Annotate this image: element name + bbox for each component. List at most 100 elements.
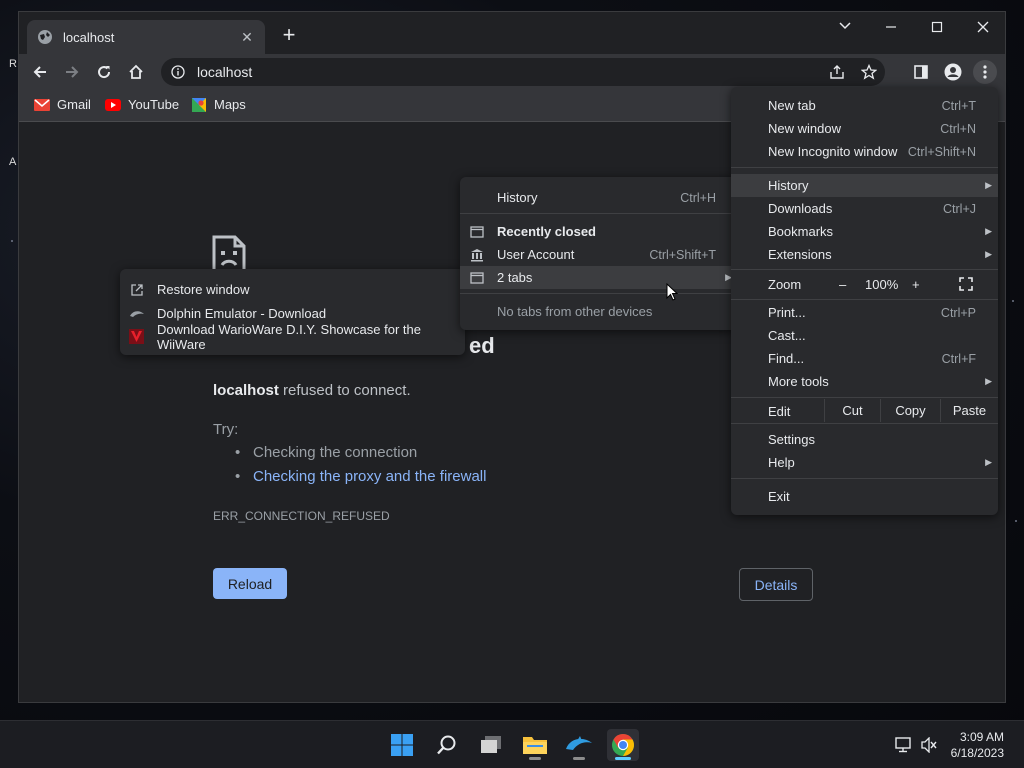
- menu-exit[interactable]: Exit: [731, 485, 998, 508]
- taskbar-running-indicator: [529, 757, 541, 760]
- share-icon[interactable]: [829, 64, 845, 80]
- home-button[interactable]: [124, 60, 148, 84]
- no-tabs-label: No tabs from other devices: [497, 304, 653, 319]
- back-button[interactable]: [28, 60, 52, 84]
- chrome-app-button[interactable]: [607, 729, 639, 761]
- menu-label: Find...: [768, 351, 805, 366]
- clock-date: 6/18/2023: [950, 746, 1004, 760]
- menu-new-tab[interactable]: New tab Ctrl+T: [731, 94, 998, 117]
- menu-cast[interactable]: Cast...: [731, 324, 998, 347]
- menu-label: Downloads: [768, 201, 833, 216]
- history-item[interactable]: History Ctrl+H: [460, 186, 738, 209]
- restore-window-label: Restore window: [157, 282, 250, 297]
- volume-muted-icon[interactable]: [921, 737, 937, 753]
- details-button[interactable]: Details: [739, 568, 813, 601]
- user-account-item[interactable]: User Account Ctrl+Shift+T: [460, 243, 738, 266]
- bookmark-youtube[interactable]: YouTube: [105, 97, 179, 112]
- desktop-label: R: [9, 58, 17, 70]
- side-panel-icon: [914, 65, 928, 79]
- error-title: ed: [469, 333, 495, 358]
- menu-label: More tools: [768, 374, 829, 389]
- zoom-in-button[interactable]: +: [912, 277, 920, 292]
- maps-icon: [192, 97, 206, 112]
- menu-more-tools[interactable]: More tools ▶: [731, 370, 998, 393]
- bookmark-gmail[interactable]: Gmail: [34, 97, 91, 112]
- window-icon: [470, 225, 484, 238]
- menu-label: New window: [768, 121, 841, 136]
- paste-button[interactable]: Paste: [940, 399, 998, 422]
- menu-find[interactable]: Find... Ctrl+F: [731, 347, 998, 370]
- menu-bookmarks[interactable]: Bookmarks ▶: [731, 220, 998, 243]
- menu-shortcut: Ctrl+N: [940, 121, 976, 136]
- closed-tab-label: Dolphin Emulator - Download: [157, 306, 327, 321]
- reload-toolbar-button[interactable]: [92, 60, 116, 84]
- profile-button[interactable]: [941, 60, 965, 84]
- system-clock[interactable]: 3:09 AM 6/18/2023: [951, 729, 1004, 761]
- taskbar-running-indicator: [573, 757, 585, 760]
- menu-settings[interactable]: Settings: [731, 428, 998, 451]
- tab-search-icon[interactable]: [823, 16, 867, 42]
- warioware-favicon-icon: [129, 329, 144, 344]
- chrome-icon: [612, 734, 634, 756]
- closed-tab-item[interactable]: Download WarioWare D.I.Y. Showcase for t…: [120, 322, 465, 352]
- submenu-arrow-icon: ▶: [985, 180, 992, 190]
- user-account-shortcut: Ctrl+Shift+T: [649, 247, 716, 262]
- desktop-label: A: [9, 156, 17, 168]
- close-tab-icon[interactable]: ✕: [239, 29, 255, 46]
- side-panel-button[interactable]: [909, 60, 933, 84]
- start-button[interactable]: [386, 729, 418, 761]
- reload-button[interactable]: Reload: [213, 568, 287, 599]
- paste-label: Paste: [952, 403, 987, 418]
- menu-extensions[interactable]: Extensions ▶: [731, 243, 998, 266]
- bookmark-label: Maps: [214, 97, 246, 112]
- menu-label: Exit: [768, 489, 790, 504]
- browser-tab[interactable]: localhost ✕: [27, 20, 265, 54]
- menu-new-window[interactable]: New window Ctrl+N: [731, 117, 998, 140]
- forward-button[interactable]: [60, 60, 84, 84]
- cut-button[interactable]: Cut: [824, 399, 880, 422]
- file-explorer-button[interactable]: [519, 729, 551, 761]
- suggestion-item: Checking the connection: [235, 444, 486, 468]
- fullscreen-icon[interactable]: [959, 277, 973, 291]
- copy-button[interactable]: Copy: [880, 399, 940, 422]
- menu-history[interactable]: History ▶: [731, 174, 998, 197]
- menu-downloads[interactable]: Downloads Ctrl+J: [731, 197, 998, 220]
- suggestion-list: Checking the connection Checking the pro…: [235, 444, 486, 492]
- two-tabs-item[interactable]: 2 tabs ▶: [460, 266, 738, 289]
- menu-label: Bookmarks: [768, 224, 834, 239]
- open-in-new-icon: [131, 283, 143, 296]
- close-window-button[interactable]: [961, 16, 1005, 42]
- bookmark-label: YouTube: [128, 97, 180, 112]
- submenu-arrow-icon: ▶: [985, 376, 992, 386]
- restore-window-item[interactable]: Restore window: [120, 278, 465, 301]
- suggestion-link[interactable]: Checking the proxy and the firewall: [235, 468, 486, 492]
- menu-button[interactable]: [973, 60, 997, 84]
- menu-help[interactable]: Help ▶: [731, 451, 998, 474]
- windows-logo-icon: [391, 734, 413, 756]
- try-label: Try:: [213, 421, 239, 438]
- menu-shortcut: Ctrl+P: [940, 305, 976, 320]
- new-tab-button[interactable]: +: [277, 24, 301, 48]
- history-shortcut: Ctrl+H: [680, 190, 716, 205]
- zoom-out-button[interactable]: –: [839, 277, 846, 292]
- menu-shortcut: Ctrl+F: [941, 351, 976, 366]
- info-icon[interactable]: [171, 65, 185, 79]
- network-icon[interactable]: [895, 737, 913, 753]
- address-bar[interactable]: localhost: [161, 58, 885, 86]
- task-view-button[interactable]: [475, 729, 507, 761]
- title-bar: localhost ✕ +: [19, 12, 1005, 54]
- bookmark-star-icon[interactable]: [861, 64, 877, 80]
- error-host: localhost: [213, 382, 279, 399]
- menu-print[interactable]: Print... Ctrl+P: [731, 301, 998, 324]
- menu-shortcut: Ctrl+J: [943, 201, 976, 216]
- user-account-label: User Account: [497, 247, 575, 262]
- search-button[interactable]: [431, 729, 463, 761]
- maximize-button[interactable]: [915, 16, 959, 42]
- bookmark-maps[interactable]: Maps: [191, 97, 246, 112]
- minimize-button[interactable]: [869, 16, 913, 42]
- menu-new-incognito[interactable]: New Incognito window Ctrl+Shift+N: [731, 140, 998, 163]
- profile-icon: [944, 63, 962, 81]
- gmail-icon: [34, 98, 50, 111]
- menu-edit-row: Edit Cut Copy Paste: [731, 399, 998, 422]
- dolphin-app-button[interactable]: [563, 729, 595, 761]
